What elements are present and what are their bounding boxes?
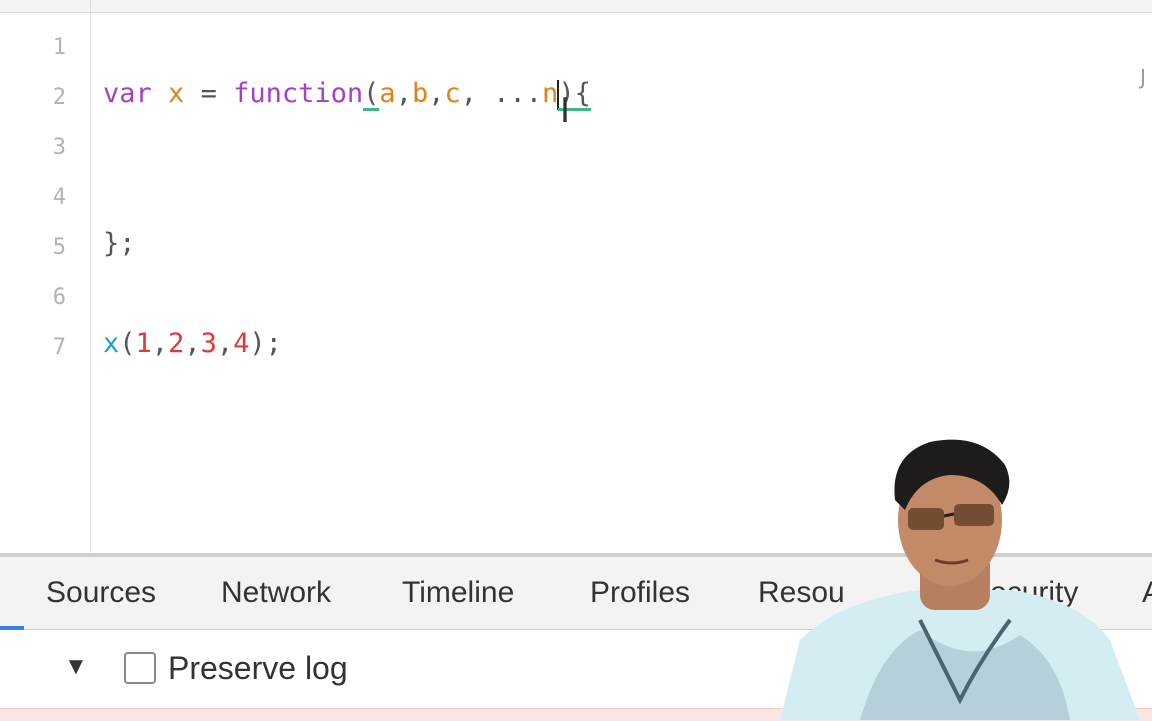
param-c: c [444, 78, 461, 109]
line-number: 3 [52, 135, 66, 160]
comma: , [395, 78, 412, 109]
code-line-2[interactable]: var x = function(a,b,c, ...n){ [103, 69, 591, 119]
comma: , [216, 328, 234, 359]
comma: , [151, 328, 169, 359]
comma: , [184, 328, 201, 359]
tab-sources[interactable]: Sources [46, 557, 156, 629]
comma: , [460, 78, 478, 109]
keyword-function: function [233, 78, 364, 109]
arg-3: 3 [200, 328, 217, 359]
line-number-gutter: 1 2 3 4 5 6 7 [0, 13, 91, 553]
i-beam-cursor-icon: I [559, 91, 571, 131]
param-a: a [379, 78, 396, 109]
tab-timeline[interactable]: Timeline [402, 557, 514, 629]
editor-edge-label: J [1140, 65, 1146, 89]
triangle-down-icon[interactable]: ▼ [64, 654, 90, 680]
keyword-var: var [103, 78, 152, 109]
open-paren: ( [119, 328, 136, 359]
comma: , [428, 78, 445, 109]
variable-name: x [168, 78, 185, 109]
preserve-log-checkbox[interactable] [124, 652, 156, 684]
arg-2: 2 [168, 328, 185, 359]
tab-network[interactable]: Network [221, 557, 331, 629]
line-number: 6 [52, 285, 66, 310]
line-number: 7 [52, 335, 66, 360]
function-call-name: x [103, 328, 120, 359]
param-b: b [411, 78, 429, 109]
closing-brace: }; [103, 228, 136, 259]
assign-operator: = [200, 78, 217, 109]
arg-1: 1 [135, 328, 152, 359]
line-number: 4 [52, 185, 66, 210]
arg-4: 4 [233, 328, 250, 359]
gutter-header [0, 0, 91, 12]
close-paren-semicolon: ); [249, 328, 282, 359]
code-line-7[interactable]: x(1,2,3,4); [103, 319, 282, 369]
line-number: 1 [52, 35, 66, 60]
code-line-5[interactable]: }; [103, 219, 136, 269]
line-number: 2 [52, 85, 66, 110]
preserve-log-label[interactable]: Preserve log [168, 648, 348, 688]
spread-operator: ... [477, 78, 543, 109]
webcam-presenter-image [780, 439, 1140, 720]
line-number: 5 [52, 235, 66, 260]
tab-profiles[interactable]: Profiles [590, 557, 690, 629]
editor-top-bar [0, 0, 1152, 13]
open-paren-match: ( [363, 69, 380, 119]
